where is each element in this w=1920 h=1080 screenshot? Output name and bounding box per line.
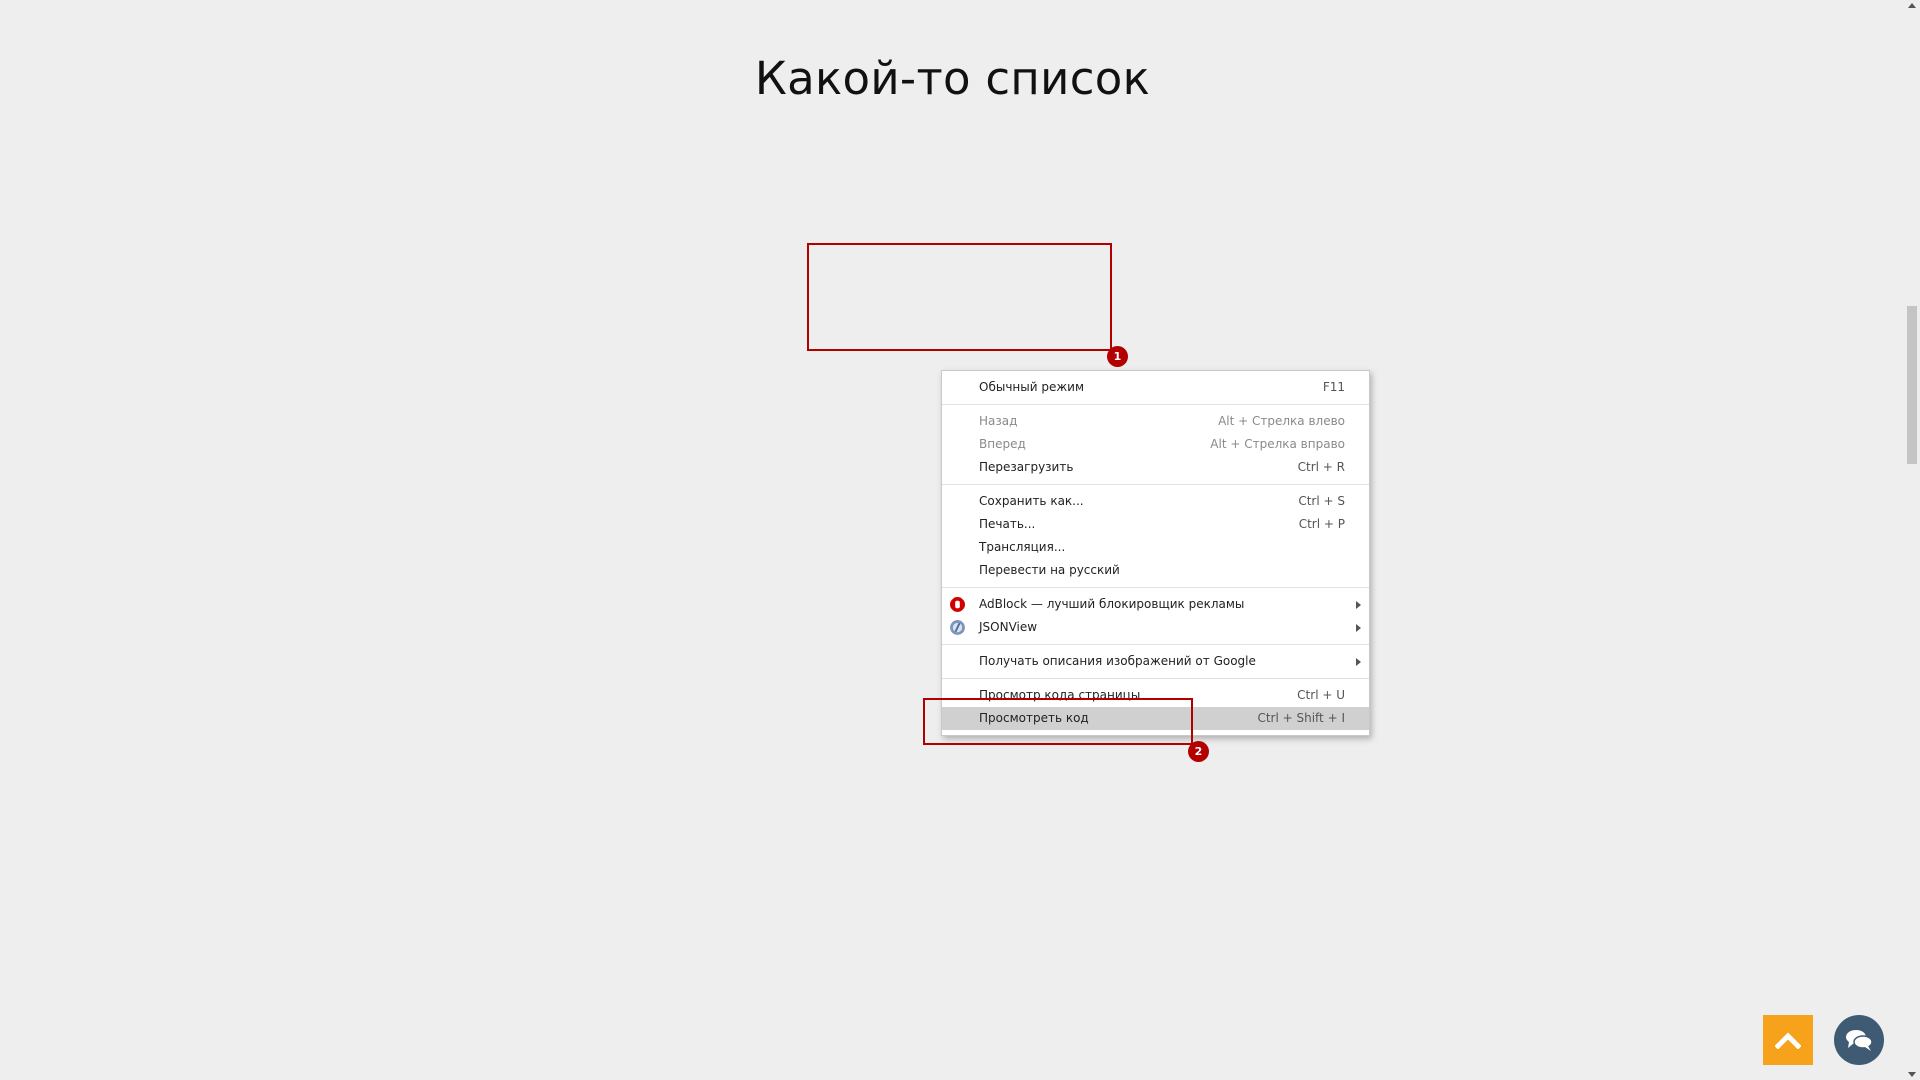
menu-item-label: Перевести на русский <box>979 563 1120 577</box>
submenu-arrow-icon <box>1356 658 1361 666</box>
menu-item-label: JSONView <box>979 620 1038 634</box>
menu-item-reload[interactable]: Перезагрузить Ctrl + R <box>942 456 1369 479</box>
scroll-to-top-button[interactable] <box>1763 1015 1813 1065</box>
menu-item-label: Получать описания изображений от Google <box>979 654 1256 668</box>
submenu-arrow-icon <box>1356 624 1361 632</box>
menu-item-shortcut: Ctrl + P <box>1298 517 1345 531</box>
menu-item-fullscreen[interactable]: Обычный режим F11 <box>942 376 1369 399</box>
menu-item-label: Трансляция... <box>979 540 1066 554</box>
menu-item-label: Печать... <box>979 517 1036 531</box>
menu-separator <box>942 404 1369 405</box>
chevron-up-icon <box>1775 1032 1801 1049</box>
menu-separator <box>942 678 1369 679</box>
menu-item-adblock[interactable]: AdBlock — лучший блокировщик рекламы <box>942 593 1369 616</box>
scroll-down-arrow-icon[interactable] <box>1908 1072 1916 1077</box>
annotation-badge-1: 1 <box>1107 346 1128 367</box>
menu-item-label: Обычный режим <box>979 380 1085 394</box>
menu-item-translate[interactable]: Перевести на русский <box>942 559 1369 582</box>
menu-item-shortcut: Ctrl + S <box>1298 494 1345 508</box>
menu-separator <box>942 587 1369 588</box>
annotation-badge-2: 2 <box>1188 741 1209 762</box>
page-title: Какой-то список <box>754 52 1151 106</box>
menu-item-forward[interactable]: Вперед Alt + Стрелка вправо <box>942 433 1369 456</box>
menu-item-shortcut: Alt + Стрелка вправо <box>1210 437 1345 451</box>
context-menu: Обычный режим F11 Назад Alt + Стрелка вл… <box>941 370 1370 736</box>
jsonview-icon <box>950 620 965 635</box>
menu-separator <box>942 484 1369 485</box>
scrollbar-thumb[interactable] <box>1907 306 1917 464</box>
menu-item-label: Перезагрузить <box>979 460 1074 474</box>
menu-item-shortcut: Ctrl + R <box>1297 460 1345 474</box>
chat-bubbles-icon <box>1846 1030 1873 1051</box>
menu-item-label: AdBlock — лучший блокировщик рекламы <box>979 597 1245 611</box>
menu-item-cast[interactable]: Трансляция... <box>942 536 1369 559</box>
menu-item-save-as[interactable]: Сохранить как... Ctrl + S <box>942 490 1369 513</box>
menu-item-shortcut: Alt + Стрелка влево <box>1218 414 1345 428</box>
annotation-box-2 <box>923 698 1193 745</box>
menu-item-label: Сохранить как... <box>979 494 1084 508</box>
menu-item-print[interactable]: Печать... Ctrl + P <box>942 513 1369 536</box>
submenu-arrow-icon <box>1356 601 1361 609</box>
menu-separator <box>942 644 1369 645</box>
menu-item-label: Назад <box>979 414 1018 428</box>
annotation-box-1 <box>807 243 1112 351</box>
scroll-up-arrow-icon[interactable] <box>1908 3 1916 8</box>
chat-button[interactable] <box>1834 1015 1884 1065</box>
menu-item-jsonview[interactable]: JSONView <box>942 616 1369 639</box>
menu-item-shortcut: Ctrl + Shift + I <box>1257 711 1345 725</box>
menu-item-image-descriptions[interactable]: Получать описания изображений от Google <box>942 650 1369 673</box>
menu-item-shortcut: Ctrl + U <box>1297 688 1345 702</box>
menu-item-shortcut: F11 <box>1322 380 1345 394</box>
menu-item-back[interactable]: Назад Alt + Стрелка влево <box>942 410 1369 433</box>
menu-item-label: Вперед <box>979 437 1026 451</box>
page-scrollbar[interactable] <box>1903 0 1920 1080</box>
adblock-icon <box>950 597 965 612</box>
